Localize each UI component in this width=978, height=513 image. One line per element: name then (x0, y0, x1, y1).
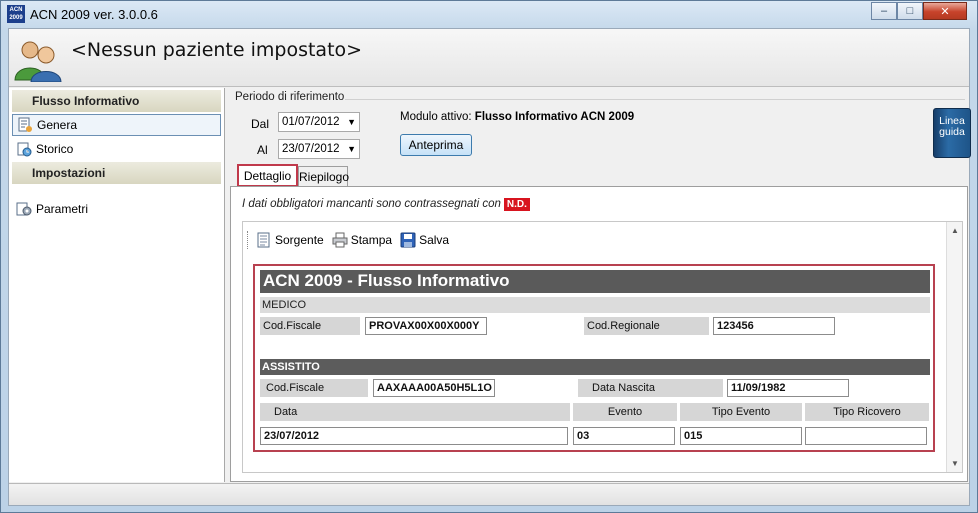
window-controls: – □ ✕ (871, 2, 967, 20)
sidebar: Flusso Informativo Genera Storico Impost… (9, 88, 225, 482)
module-prefix: Modulo attivo: (400, 111, 475, 123)
patient-header: <Nessun paziente impostato> (9, 29, 969, 87)
period-label: Periodo di riferimento (235, 91, 345, 103)
dal-date-picker[interactable]: 01/07/2012 ▼ (278, 112, 360, 132)
toolbar-grip[interactable] (247, 231, 250, 249)
window-title: ACN 2009 ver. 3.0.0.6 (30, 7, 158, 22)
report-document: ACN 2009 - Flusso Informativo MEDICO Cod… (253, 264, 935, 452)
row-data-value: 23/07/2012 (260, 427, 568, 445)
tab-dettaglio[interactable]: Dettaglio (237, 164, 298, 187)
stampa-button[interactable]: Stampa (332, 232, 392, 248)
client-area: <Nessun paziente impostato> Flusso Infor… (8, 28, 971, 506)
sidebar-item-label: Genera (37, 118, 78, 132)
sidebar-item-genera[interactable]: Genera (12, 114, 221, 136)
printer-icon (332, 232, 348, 248)
main-panel: Periodo di riferimento Dal 01/07/2012 ▼ … (227, 88, 971, 482)
genera-icon (18, 117, 32, 132)
storico-icon (17, 142, 32, 157)
chevron-down-icon[interactable]: ▼ (347, 117, 356, 127)
module-name: Flusso Informativo ACN 2009 (474, 111, 635, 123)
al-label: Al (257, 143, 268, 157)
period-divider (345, 99, 965, 100)
notice-text: I dati obbligatori mancanti sono contras… (242, 198, 501, 210)
sorgente-label: Sorgente (275, 233, 324, 247)
assistito-cf-value: AAXAAA00A50H5L1O (373, 379, 495, 397)
col-head-data: Data (260, 403, 570, 421)
tab-riepilogo[interactable]: Riepilogo (298, 166, 349, 187)
row-evento-value: 03 (573, 427, 675, 445)
medico-reg-label: Cod.Regionale (584, 317, 709, 335)
source-icon (257, 232, 270, 248)
sorgente-button[interactable]: Sorgente (256, 232, 324, 248)
dal-date-value: 01/07/2012 (282, 116, 340, 128)
scroll-down-icon[interactable]: ▼ (951, 459, 959, 468)
salva-label: Salva (419, 233, 450, 247)
stampa-label: Stampa (350, 233, 393, 247)
report-toolbar: Sorgente Stampa Salva (247, 230, 457, 250)
sidebar-item-parametri[interactable]: Parametri (12, 198, 221, 220)
guide-book-icon[interactable]: Linea guida (933, 108, 971, 158)
save-icon (400, 232, 416, 248)
sidebar-section-impostazioni: Impostazioni (12, 162, 221, 184)
col-head-tipo-ricovero: Tipo Ricovero (805, 403, 929, 421)
salva-button[interactable]: Salva (400, 232, 449, 248)
chevron-down-icon[interactable]: ▼ (347, 144, 356, 154)
sidebar-item-storico[interactable]: Storico (12, 138, 221, 160)
guide-label-2: guida (939, 126, 965, 138)
report-viewer: Sorgente Stampa Salva ACN 2009 - Flusso … (242, 221, 963, 473)
assistito-birth-value: 11/09/1982 (727, 379, 849, 397)
col-head-evento: Evento (573, 403, 677, 421)
status-bar (9, 483, 969, 505)
patient-title: <Nessun paziente impostato> (71, 39, 363, 61)
sidebar-item-label: Parametri (36, 202, 89, 216)
report-scrollbar[interactable]: ▲ ▼ (946, 222, 962, 472)
col-head-tipo-evento: Tipo Evento (680, 403, 802, 421)
al-date-picker[interactable]: 23/07/2012 ▼ (278, 139, 360, 159)
nd-badge: N.D. (503, 198, 530, 211)
assistito-cf-label: Cod.Fiscale (260, 379, 368, 397)
close-button[interactable]: ✕ (923, 2, 967, 20)
row-tipo-evento-value: 015 (680, 427, 802, 445)
application-window: ACN 2009 ACN 2009 ver. 3.0.0.6 – □ ✕ <Ne… (0, 0, 978, 513)
tab-panel-dettaglio: I dati obbligatori mancanti sono contras… (230, 186, 968, 482)
scroll-up-icon[interactable]: ▲ (951, 226, 959, 235)
medico-section-header: MEDICO (260, 297, 930, 313)
sidebar-section-flusso: Flusso Informativo (12, 90, 221, 112)
acn-app-icon: ACN 2009 (7, 5, 25, 23)
title-bar[interactable]: ACN 2009 ACN 2009 ver. 3.0.0.6 – □ ✕ (1, 1, 977, 27)
active-module: Modulo attivo: Flusso Informativo ACN 20… (400, 111, 634, 123)
al-date-value: 23/07/2012 (282, 143, 340, 155)
dal-label: Dal (251, 117, 270, 131)
sidebar-item-label: Storico (36, 142, 74, 156)
report-title: ACN 2009 - Flusso Informativo (260, 270, 930, 293)
medico-reg-value: 123456 (713, 317, 835, 335)
preview-button[interactable]: Anteprima (400, 134, 472, 156)
missing-data-notice: I dati obbligatori mancanti sono contras… (242, 198, 530, 211)
minimize-button[interactable]: – (871, 2, 897, 20)
medico-cf-label: Cod.Fiscale (260, 317, 360, 335)
medico-cf-value: PROVAX00X00X000Y (365, 317, 487, 335)
parametri-icon (16, 202, 32, 216)
assistito-section-header: ASSISTITO (260, 359, 930, 375)
assistito-birth-label: Data Nascita (578, 379, 723, 397)
row-tipo-ricovero-value (805, 427, 927, 445)
maximize-button[interactable]: □ (897, 2, 923, 20)
users-icon (14, 41, 62, 82)
